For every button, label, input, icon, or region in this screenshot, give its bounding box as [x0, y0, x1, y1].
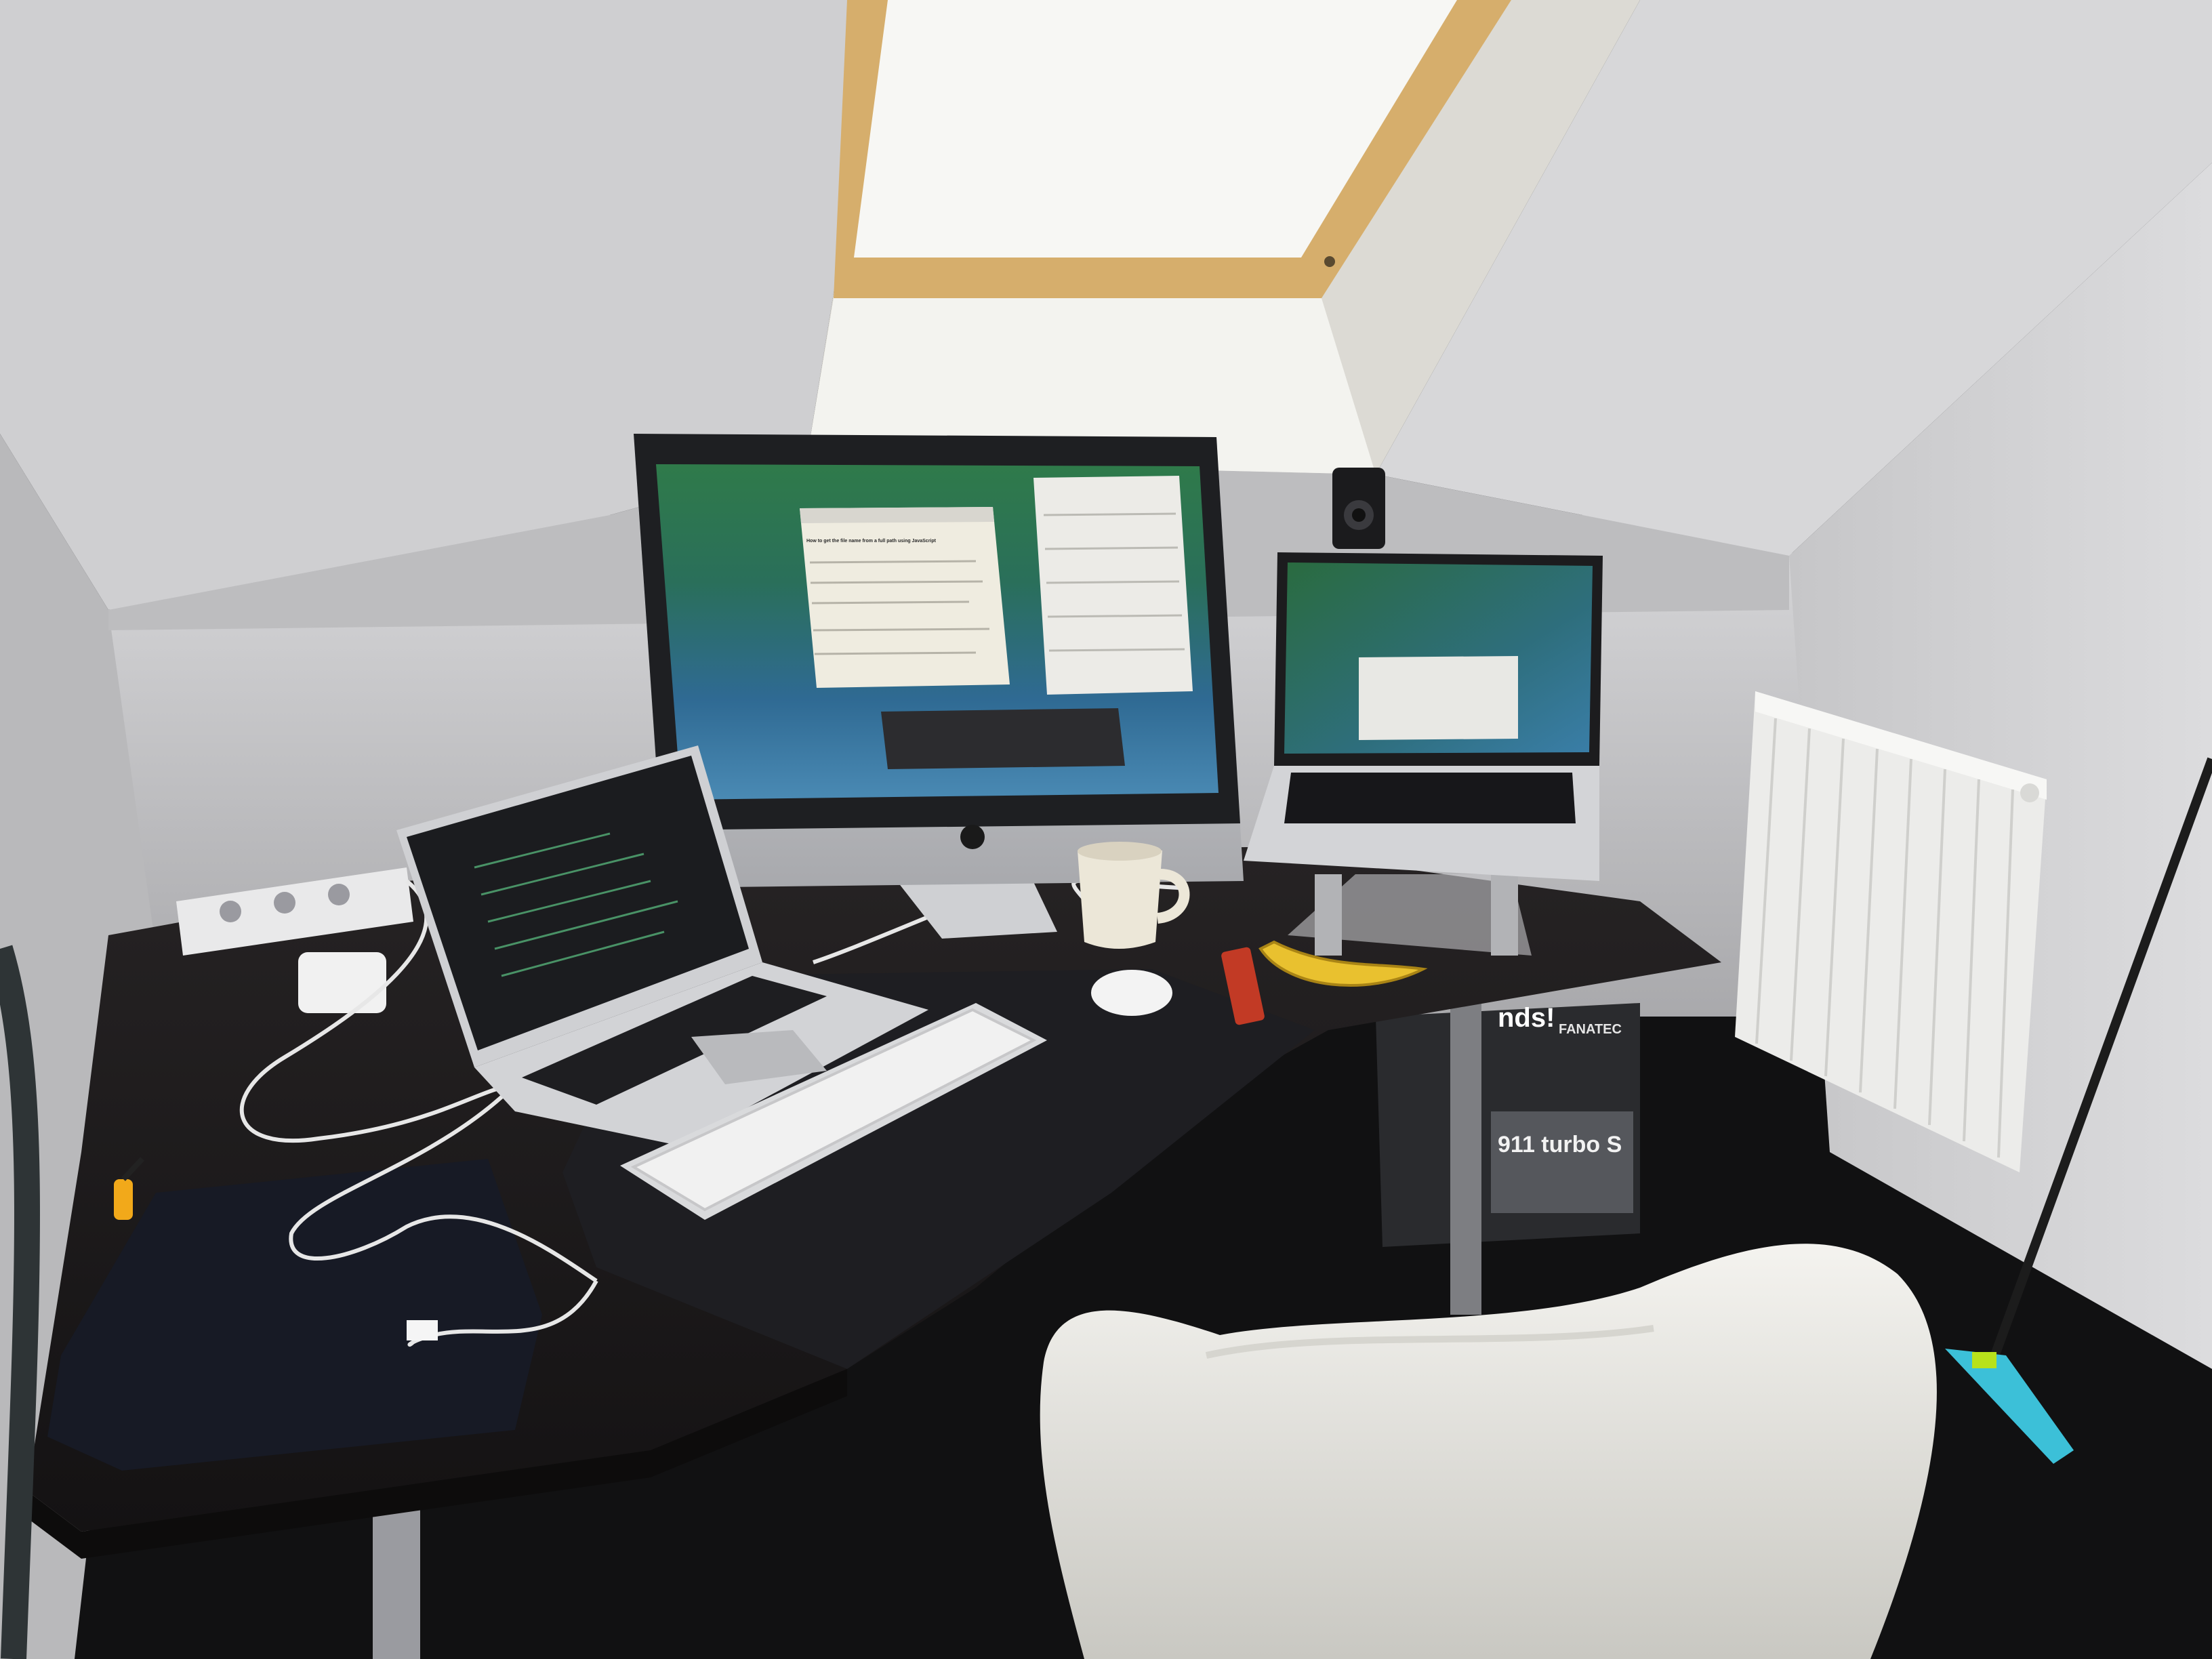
apple-logo-icon	[960, 825, 985, 849]
box-brand-label: FANATEC	[1559, 1022, 1622, 1037]
speaker	[1332, 468, 1385, 549]
game-box: FANATEC 911 turbo S nds!	[1376, 1003, 1640, 1247]
media-player-window	[881, 708, 1125, 769]
monitor-question-heading: How to get the file name from a full pat…	[806, 539, 937, 544]
box-model-label: 911 turbo S	[1498, 1132, 1622, 1158]
sidebar-window	[1033, 476, 1193, 695]
cable-connector	[407, 1320, 438, 1340]
magic-mouse	[1091, 970, 1172, 1016]
box-top-label: nds!	[1498, 1003, 1555, 1033]
small-window	[1359, 656, 1518, 740]
desk-leg-right	[1450, 1003, 1481, 1315]
desk-setup-photo: FANATEC 911 turbo S nds! How to get the …	[0, 0, 2212, 1659]
power-adapter	[298, 952, 386, 1013]
desk-leg-left	[373, 1504, 420, 1659]
browser-window	[800, 507, 1010, 688]
